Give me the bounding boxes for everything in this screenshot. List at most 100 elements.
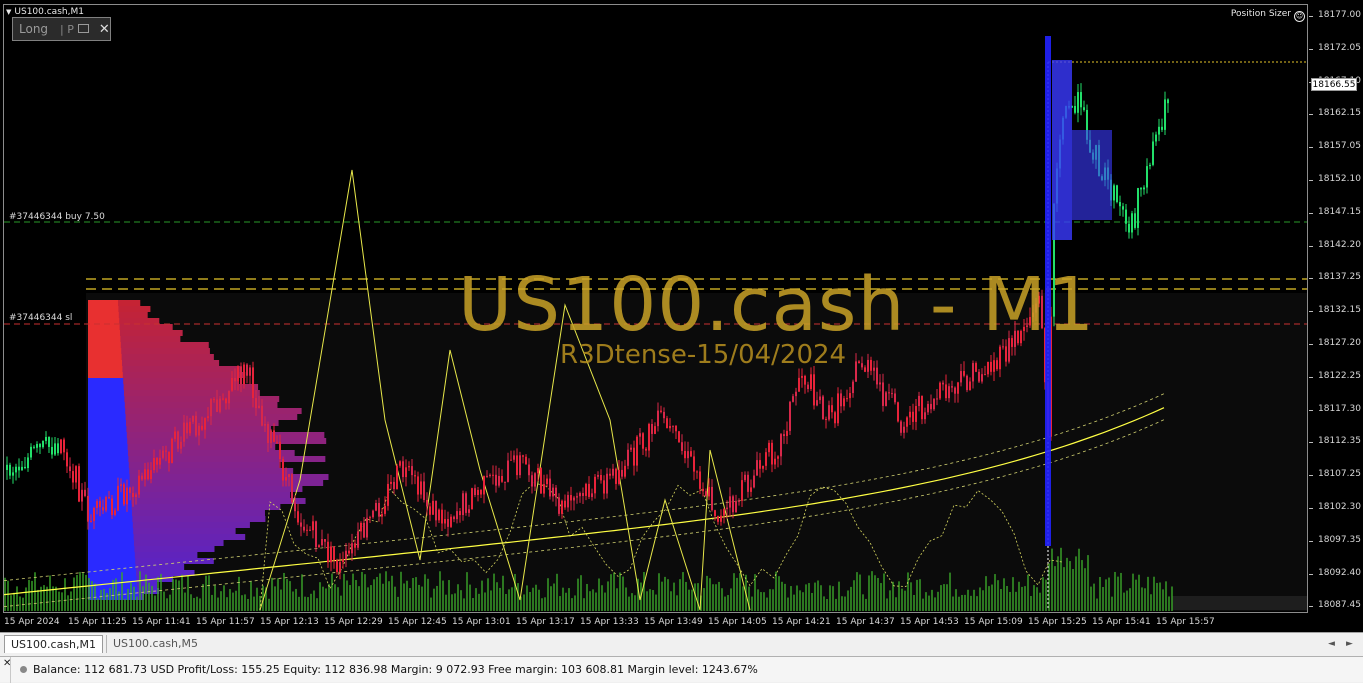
candle-body [426, 500, 428, 507]
volume-bar [961, 594, 963, 611]
candle-body [531, 475, 533, 487]
tab-us100-m5[interactable]: US100.cash,M5 [106, 635, 204, 653]
candle-body [48, 436, 50, 447]
volume-bar [439, 571, 441, 611]
volume-bar [976, 596, 978, 611]
volume-bar [436, 585, 438, 611]
candle-body [861, 363, 863, 368]
candle-body [609, 473, 611, 476]
volume-bar [82, 573, 84, 611]
candle-body [18, 466, 20, 471]
volume-bar [703, 588, 705, 611]
candle-body [615, 468, 617, 484]
order-buy-label[interactable]: #37446344 buy 7.50 [9, 212, 105, 222]
candle-body [105, 496, 107, 511]
volume-bar [1141, 587, 1143, 611]
tab-us100-m1[interactable]: US100.cash,M1 [4, 635, 104, 653]
candle-body [117, 485, 119, 511]
volume-profile-bar [88, 324, 120, 330]
volume-bar [766, 597, 768, 611]
connection-status-icon [20, 666, 27, 673]
volume-bar [910, 582, 912, 611]
candle-body [87, 495, 89, 522]
candle-body [204, 418, 206, 430]
candle-body [561, 500, 563, 514]
candle-body [669, 426, 671, 429]
volume-bar [55, 586, 57, 611]
volume-profile-bar [88, 444, 128, 450]
volume-bar [148, 582, 150, 611]
chart-window[interactable]: ▼ US100.cash,M1 Long | P ✕ Position Sizer… [0, 0, 1363, 632]
candle-body [441, 509, 443, 524]
volume-profile-bar [88, 474, 130, 480]
volume-bar [1138, 574, 1140, 611]
candle-body [210, 399, 212, 417]
price-tick: 18102.30 [1309, 502, 1361, 512]
direction-label[interactable]: Long [13, 22, 48, 36]
volume-bar [904, 590, 906, 611]
volume-bar [235, 590, 237, 611]
candle-body [642, 433, 644, 449]
candle-body [912, 411, 914, 422]
order-sl-label[interactable]: #37446344 sl [9, 313, 72, 323]
volume-bar [1039, 592, 1041, 611]
candle-body [1116, 185, 1118, 203]
volume-bar [229, 589, 231, 611]
volume-bar [142, 586, 144, 611]
volume-bar [964, 594, 966, 611]
candle-body [783, 434, 785, 437]
volume-bar [805, 584, 807, 611]
candle-body [1167, 99, 1169, 104]
symbol-label[interactable]: ▼ US100.cash,M1 [6, 7, 84, 17]
candle-body [423, 481, 425, 501]
window-restore-icon[interactable] [77, 23, 89, 33]
candle-body [780, 434, 782, 457]
volume-bar [826, 598, 828, 611]
candle-body [1005, 346, 1007, 362]
candle-body [666, 418, 668, 429]
position-sizer-label[interactable]: Position Sizer ☺ [1231, 9, 1305, 22]
candle-body [750, 487, 752, 492]
candle-body [549, 478, 551, 497]
volume-bar [946, 584, 948, 611]
dropdown-arrow-icon[interactable]: ▼ [6, 8, 11, 16]
volume-bar [223, 585, 225, 611]
price-tick: 18127.20 [1309, 338, 1361, 348]
volume-bar [403, 583, 405, 611]
volume-bar [1024, 586, 1026, 611]
volume-bar [820, 585, 822, 611]
volume-bar [196, 596, 198, 611]
volume-bar [43, 585, 45, 611]
volume-bar [391, 575, 393, 611]
candle-body [558, 497, 560, 514]
candle-body [1134, 213, 1136, 228]
volume-bar [994, 574, 996, 611]
scroll-left-icon[interactable]: ◄ [1322, 635, 1341, 653]
candle-body [660, 410, 662, 412]
time-axis[interactable]: 15 Apr 2024 15 Apr 11:25 15 Apr 11:41 15 Ap… [0, 613, 1308, 632]
candle-body [534, 473, 536, 487]
close-icon[interactable]: ✕ [99, 22, 110, 37]
candle-body [921, 395, 923, 420]
candle-body [657, 410, 659, 427]
scroll-right-icon[interactable]: ► [1340, 635, 1359, 653]
trade-panel[interactable]: Long | P ✕ [12, 17, 111, 41]
volume-bar [1126, 590, 1128, 611]
volume-bar [571, 598, 573, 611]
candle-body [144, 469, 146, 480]
price-tick: 18152.10 [1309, 174, 1361, 184]
price-scale[interactable]: 18177.0018172.0518167.1018162.1518157.05… [1309, 0, 1363, 632]
volume-bar [67, 595, 69, 611]
candle-body [171, 438, 173, 464]
candle-body [162, 450, 164, 458]
candle-body [681, 442, 683, 451]
volume-bar [721, 588, 723, 611]
candle-body [627, 449, 629, 466]
p-label[interactable]: | P [48, 23, 74, 36]
volume-bar [553, 583, 555, 611]
candle-body [930, 403, 932, 410]
candle-body [798, 377, 800, 392]
candle-body [621, 469, 623, 477]
volume-bar [649, 589, 651, 611]
candle-body [387, 483, 389, 506]
